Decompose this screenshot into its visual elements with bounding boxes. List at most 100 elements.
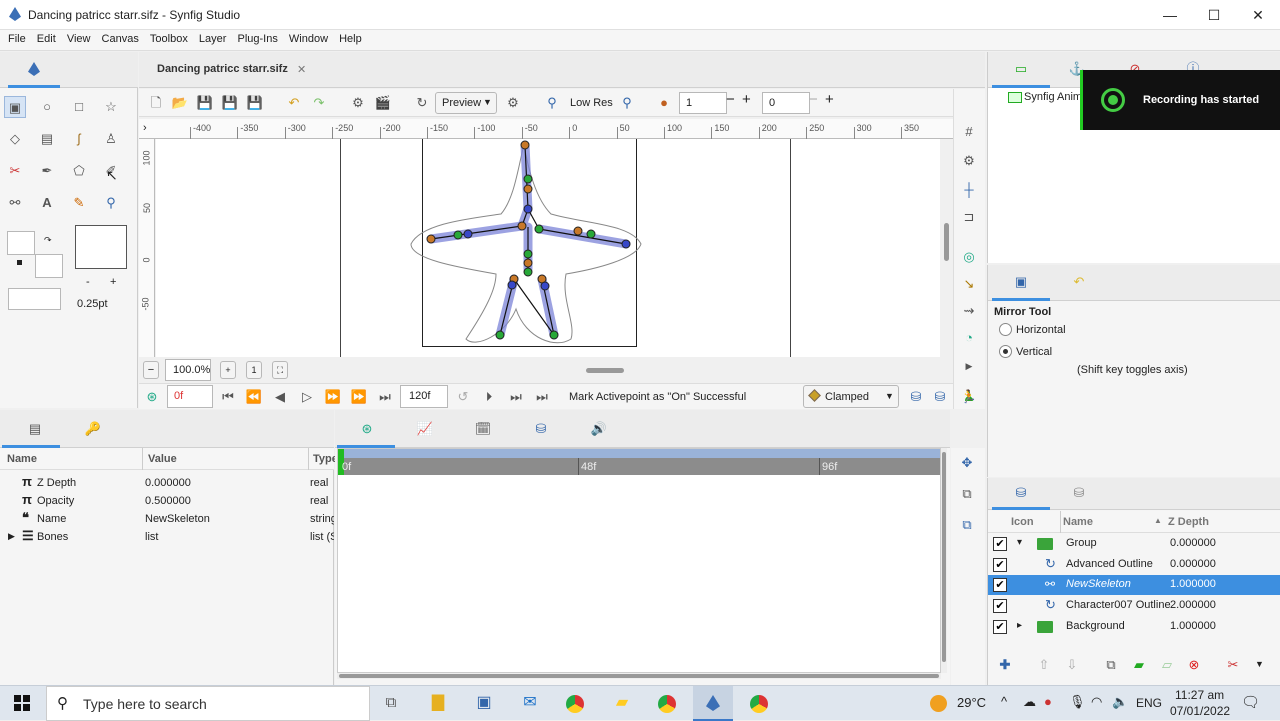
header-name[interactable]: Name xyxy=(7,453,37,465)
layer-name[interactable]: NewSkeleton xyxy=(1066,578,1131,590)
interpolation-dropdown[interactable]: Clamped ▼ xyxy=(803,385,899,408)
sound-graph-tab-icon[interactable]: ⛁ xyxy=(530,418,552,440)
sticky-notes-icon[interactable]: ▰ xyxy=(611,692,633,714)
star-tool-icon[interactable]: ☆ xyxy=(100,96,122,118)
params-tab-icon[interactable]: ▤ xyxy=(24,418,46,440)
past-onion-plus[interactable]: + xyxy=(742,91,751,108)
vertex-ducks-icon[interactable]: ⇝ xyxy=(958,300,980,322)
brush-preview[interactable] xyxy=(75,225,127,269)
rectangle-tool-icon[interactable]: □ xyxy=(68,96,90,118)
fill-bucket-icon[interactable]: ♙ xyxy=(100,128,122,150)
skeleton-svg[interactable] xyxy=(156,139,940,357)
grid-snap-icon[interactable]: ⚙ xyxy=(958,150,980,172)
keyframes-tab-icon[interactable]: 🗓 xyxy=(472,418,494,440)
param-value[interactable]: list xyxy=(145,531,158,543)
layer-name[interactable]: Advanced Outline xyxy=(1066,558,1153,570)
horizontal-radio[interactable] xyxy=(999,323,1012,336)
link-icon[interactable]: ⧉ xyxy=(956,483,978,505)
raise-layer-icon[interactable]: ⇧ xyxy=(1033,654,1055,676)
tool-options-tab-icon[interactable]: ▣ xyxy=(1010,271,1032,293)
transform-tool-icon[interactable]: ▣ xyxy=(4,96,26,118)
draw-tool-icon[interactable]: ✎ xyxy=(68,192,90,214)
sound-tab-icon[interactable]: 🔊 xyxy=(588,418,610,440)
layer-visibility-checkbox[interactable]: ✔ xyxy=(993,578,1007,593)
timetrack-vscroll[interactable] xyxy=(941,448,947,673)
menu-canvas[interactable]: Canvas xyxy=(98,30,143,45)
width-decrease[interactable]: - xyxy=(86,276,90,288)
layer-name[interactable]: Background xyxy=(1066,620,1125,632)
low-res-icon[interactable]: ⚲ xyxy=(541,92,563,114)
timetrack-hscroll[interactable] xyxy=(337,673,941,679)
seek-end-icon[interactable]: ⏭ xyxy=(374,386,396,408)
chrome-icon[interactable] xyxy=(658,695,676,713)
timetrack-area[interactable]: 0f 48f 96f xyxy=(337,448,941,673)
chevron-down-icon[interactable]: ▼ xyxy=(1255,659,1264,669)
prev-keyframe-icon[interactable]: ⏪ xyxy=(243,386,265,408)
canvas-browser-item[interactable]: Synfig Anima xyxy=(1024,91,1088,103)
save-as-icon[interactable]: 💾 xyxy=(219,92,241,114)
lower-layer-icon[interactable]: ⇩ xyxy=(1061,654,1083,676)
layer-expand-icon[interactable]: ▸ xyxy=(1017,620,1022,631)
future-onion-plus[interactable]: + xyxy=(825,91,834,108)
chrome-icon[interactable] xyxy=(750,695,768,713)
param-value[interactable]: NewSkeleton xyxy=(145,513,210,525)
past-onion-input[interactable]: 1 xyxy=(679,92,727,114)
timetrack-vscroll-thumb[interactable] xyxy=(942,452,946,662)
gradient-swatch[interactable] xyxy=(8,288,61,310)
param-row[interactable]: ❝ Name NewSkeleton string xyxy=(0,510,334,529)
save-icon[interactable]: 💾 xyxy=(194,92,216,114)
move-icon[interactable]: ✥ xyxy=(956,452,978,474)
layer-name[interactable]: Group xyxy=(1066,537,1097,549)
timetrack-hscroll-thumb[interactable] xyxy=(339,674,939,678)
param-row[interactable]: ▶ ☰ Bones list list (S xyxy=(0,528,334,547)
past-onion-minus[interactable]: − xyxy=(726,91,735,108)
timetrack-tab-icon[interactable]: ⊛ xyxy=(356,418,378,440)
vertical-label[interactable]: Vertical xyxy=(1016,346,1052,358)
keyframe-lock-icon[interactable]: ⊛ xyxy=(141,386,163,408)
ruler-toggle-icon[interactable]: › xyxy=(143,122,147,134)
menu-window[interactable]: Window xyxy=(285,30,332,45)
layers-tab-icon[interactable]: ⛁ xyxy=(1010,482,1032,504)
delete-layer-icon[interactable]: ⊗ xyxy=(1183,654,1205,676)
undo-icon[interactable]: ↶ xyxy=(283,92,305,114)
vertical-scroll-thumb[interactable] xyxy=(944,223,949,261)
layer-row[interactable]: ✔ ↻ Advanced Outline 0.000000 xyxy=(988,555,1280,575)
param-row[interactable]: π Z Depth 0.000000 real xyxy=(0,474,334,493)
menu-view[interactable]: View xyxy=(63,30,95,45)
preview-dropdown[interactable]: Preview ▼ xyxy=(435,92,497,114)
document-tab-close[interactable]: ✕ xyxy=(297,63,306,76)
current-frame-input[interactable]: 0f xyxy=(167,385,213,408)
guides-show-icon[interactable]: ┼ xyxy=(958,179,980,201)
layer-row[interactable]: ✔ ▾ Group 0.000000 xyxy=(988,534,1280,554)
close-button[interactable]: ✕ xyxy=(1236,0,1280,30)
taskbar-search-box[interactable]: ⚲ Type here to search xyxy=(46,686,370,721)
header-zdepth[interactable]: Z Depth xyxy=(1168,516,1209,528)
layer-visibility-checkbox[interactable]: ✔ xyxy=(993,557,1007,572)
param-row[interactable]: π Opacity 0.500000 real xyxy=(0,492,334,511)
add-layer-icon[interactable]: ✚ xyxy=(994,654,1016,676)
zoom-fit-icon[interactable]: ⚲ xyxy=(616,92,638,114)
volume-icon[interactable]: 🔈 xyxy=(1112,694,1128,710)
menu-file[interactable]: File xyxy=(4,30,30,45)
file-explorer-icon[interactable]: ▇ xyxy=(427,692,449,714)
next-keyframe-icon[interactable]: ⏩ xyxy=(348,386,370,408)
bone-tool-icon[interactable]: ⚯ xyxy=(4,192,26,214)
menu-plugins[interactable]: Plug-Ins xyxy=(233,30,281,45)
clock-time[interactable]: 11:27 am xyxy=(1175,688,1224,702)
time-ruler[interactable]: 0f 48f 96f xyxy=(338,449,940,475)
render-settings-icon[interactable]: ⚙ xyxy=(347,92,369,114)
guides-snap-icon[interactable]: ⊐ xyxy=(958,206,980,228)
layer-expand-icon[interactable]: ▾ xyxy=(1017,537,1022,548)
zoom-tool-icon[interactable]: ⚲ xyxy=(100,192,122,214)
expand-icon[interactable]: ▶ xyxy=(8,531,15,542)
maximize-button[interactable]: ☐ xyxy=(1192,0,1236,30)
spline-tool-icon[interactable]: ʃ xyxy=(68,128,90,150)
layer-row[interactable]: ✔ ↻ Character007 Outline 2.000000 xyxy=(988,596,1280,616)
animation-mode-toggle-icon[interactable]: 🏃 xyxy=(958,386,980,408)
future-onion-minus[interactable]: − xyxy=(809,91,818,108)
document-tab-title[interactable]: Dancing patricc starr.sifz xyxy=(157,63,288,75)
param-value[interactable]: 0.000000 xyxy=(145,477,191,489)
store-icon[interactable]: ▣ xyxy=(473,692,495,714)
wifi-icon[interactable]: ◠ xyxy=(1091,694,1102,710)
past-keyframe-lock-icon[interactable]: ⛁ xyxy=(905,386,927,408)
